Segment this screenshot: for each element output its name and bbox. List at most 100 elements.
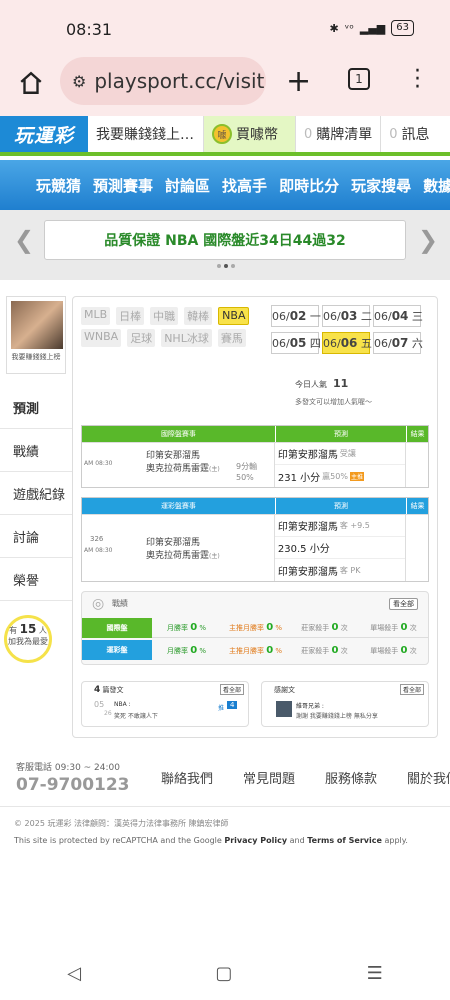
sport-filter: MLB 日棒 中職 韓棒 NBA WNBA 足球 NHL冰球 賽馬 — [81, 307, 261, 347]
nav-user-name[interactable]: 我要賺錢錢上… — [88, 116, 204, 152]
nav-cart-label: 購牌清單 — [316, 127, 373, 143]
browser-toolbar: ⚙ playsport.cc/visit + 1 · · · — [0, 56, 450, 116]
avatar — [276, 701, 292, 717]
sport-chip[interactable]: WNBA — [81, 329, 122, 347]
menu-item[interactable]: 討論區 — [165, 175, 210, 196]
sidebar-item-record[interactable]: 戰績 — [0, 429, 72, 472]
sidebar-item-discuss[interactable]: 討論 — [0, 515, 72, 558]
menu-item[interactable]: 找高手 — [222, 175, 267, 196]
date-chip[interactable]: 06/04 三 — [373, 305, 423, 327]
footer-link-contact[interactable]: 聯絡我們 — [161, 768, 213, 787]
site-footer: 客服電話 09:30 ~ 24:00 07-9700123 聯絡我們 常見問題 … — [16, 760, 450, 795]
address-bar[interactable]: ⚙ playsport.cc/visit — [60, 57, 266, 105]
record-stat: 莊家殺手 0 次 — [301, 644, 348, 656]
profile-name: 我要賺錢錢上榜 — [11, 353, 61, 361]
url-text: playsport.cc/visit — [94, 69, 265, 93]
menu-item[interactable]: 數據 — [423, 175, 450, 196]
menu-item[interactable]: 預測賽事 — [93, 175, 153, 196]
terms-link[interactable]: Terms of Service — [307, 836, 382, 845]
pick: 印第安那溜馬 受讓 — [274, 443, 406, 465]
sport-chip[interactable]: NHL冰球 — [161, 329, 212, 347]
intl-prediction-table: 國際盤賽事 預測 結果 AM 08:30 印第安那溜馬 奧克拉荷馬雷霆(主) 9… — [81, 425, 429, 488]
record-row-label: 國際盤 — [82, 617, 152, 638]
record-view-all-button[interactable]: 看全部 — [389, 598, 418, 610]
system-nav-bar: ◁ ▢ ☰ — [0, 958, 450, 988]
menu-item[interactable]: 即時比分 — [279, 175, 339, 196]
pick: 印第安那溜馬客 +9.5 — [274, 515, 406, 537]
lottery-prediction-table: 運彩盤賽事 預測 結果 326 AM 08:30 印第安那溜馬 奧克拉荷馬雷霆(… — [81, 497, 429, 582]
new-tab-icon[interactable]: + — [286, 64, 311, 99]
date-chip[interactable]: 06/02 一 — [271, 305, 321, 327]
record-summary: ◎ 戰績 看全部 國際盤 月勝率 0 % 主推月勝率 0 % 莊家殺手 0 次單場殺手… — [81, 591, 429, 665]
promo-banner: ❮ 品質保證 NBA 國際盤近34日44過32 ❯ — [0, 210, 450, 280]
nav-cart[interactable]: 0 購牌清單 — [296, 116, 382, 152]
coin-icon: 噱 — [212, 124, 232, 144]
pick: 印第安那溜馬客 PK — [277, 565, 361, 578]
posts-view-all-button[interactable]: 看全部 — [219, 684, 244, 695]
site-top-nav: 玩運彩 我要賺錢錢上… 噱 買噱幣 0 購牌清單 0 訊息 — [0, 116, 450, 156]
record-stat: 莊家殺手 0 次 — [301, 622, 348, 633]
sidebar-item-honor[interactable]: 榮譽 — [0, 558, 72, 601]
thanks-view-all-button[interactable]: 看全部 — [399, 684, 424, 695]
pick: 231 小分 贏50% 主推 — [277, 471, 364, 484]
cart-count: 0 — [304, 126, 313, 142]
footer-link-faq[interactable]: 常見問題 — [243, 768, 295, 787]
site-logo[interactable]: 玩運彩 — [0, 116, 88, 152]
date-chip[interactable]: 06/07 六 — [373, 332, 423, 354]
profile-sidebar: 我要賺錢錢上榜 預測 戰績 遊戲紀錄 討論 榮譽 有 15 人 加我為最愛 — [0, 296, 72, 663]
record-stat: 主推月勝率 0 % — [228, 644, 283, 656]
nav-buy-coins[interactable]: 噱 買噱幣 — [204, 116, 296, 152]
privacy-link[interactable]: Privacy Policy — [224, 836, 287, 845]
record-row: 運彩盤 月勝率 0 % 主推月勝率 0 % 莊家殺手 0 次 單場殺手 0 次 — [82, 640, 428, 660]
popularity: 今日人氣 11 — [295, 377, 349, 390]
record-stat: 單場殺手 0 次 — [370, 622, 417, 633]
record-stat: 單場殺手 0 次 — [370, 644, 417, 656]
sport-chip[interactable]: NBA — [218, 307, 250, 325]
nav-messages[interactable]: 0 訊息 — [381, 116, 437, 152]
sport-chip[interactable]: 日棒 — [116, 307, 145, 325]
date-chip[interactable]: 06/06 五 — [322, 332, 372, 354]
sport-chip[interactable]: 中職 — [150, 307, 179, 325]
pick: 230.5 小分 — [274, 537, 406, 559]
home-button-icon[interactable]: ▢ — [215, 963, 232, 984]
sport-chip[interactable]: 韓棒 — [184, 307, 213, 325]
copyright: © 2025 玩運彩 法律顧問：漢英得力法律事務所 陳鎮宏律師 — [14, 819, 229, 828]
push-count-badge: 4 — [227, 701, 238, 709]
banner-text[interactable]: 品質保證 NBA 國際盤近34日44過32 — [44, 220, 406, 260]
sport-chip[interactable]: 足球 — [127, 329, 156, 347]
recents-icon[interactable]: ☰ — [367, 963, 383, 984]
signal-icon: ▂▄▆ — [359, 21, 386, 35]
status-bar: 08:31 ✱ ᵛᵒ ▂▄▆ 63 — [0, 0, 450, 56]
footer-link-terms[interactable]: 服務條款 — [325, 768, 377, 787]
profile-card[interactable]: 我要賺錢錢上榜 — [6, 296, 66, 374]
footer-link-about[interactable]: 關於我們 — [407, 768, 450, 787]
post-title[interactable]: NBA : — [114, 701, 131, 708]
sport-chip[interactable]: MLB — [81, 307, 111, 325]
sidebar-item-games[interactable]: 遊戲紀錄 — [0, 472, 72, 515]
record-stat: 月勝率 0 % — [166, 622, 207, 633]
carousel-dots — [217, 264, 235, 268]
home-icon[interactable] — [18, 70, 44, 96]
prediction-panel: MLB 日棒 中職 韓棒 NBA WNBA 足球 NHL冰球 賽馬 06/02 一 06/03 二… — [72, 296, 438, 738]
back-icon[interactable]: ◁ — [67, 963, 81, 984]
more-menu-icon[interactable]: · · · — [414, 61, 421, 99]
date-chip[interactable]: 06/03 二 — [322, 305, 372, 327]
main-pick-badge: 主推 — [349, 471, 364, 481]
status-icons: ✱ ᵛᵒ ▂▄▆ 63 — [330, 20, 414, 36]
battery-icon: 63 — [391, 20, 414, 36]
volte-icon: ᵛᵒ — [344, 21, 354, 35]
menu-item[interactable]: 玩家搜尋 — [351, 175, 411, 196]
site-settings-icon[interactable]: ⚙ — [72, 72, 86, 91]
record-row-label: 運彩盤 — [82, 640, 152, 660]
chevron-left-icon[interactable]: ❮ — [14, 226, 34, 254]
tab-count-button[interactable]: 1 — [348, 68, 370, 90]
record-stat: 主推月勝率 0 % — [228, 622, 283, 633]
chevron-right-icon[interactable]: ❯ — [418, 226, 438, 254]
date-chip[interactable]: 06/05 四 — [271, 332, 321, 354]
menu-item[interactable]: 玩競猜 — [36, 175, 81, 196]
avatar — [11, 301, 63, 349]
sidebar-item-predict[interactable]: 預測 — [0, 386, 72, 429]
favorite-count[interactable]: 有 15 人 加我為最愛 — [4, 615, 52, 663]
sport-chip[interactable]: 賽馬 — [217, 329, 246, 347]
recaptcha-notice: This site is protected by reCAPTCHA and … — [14, 836, 408, 845]
